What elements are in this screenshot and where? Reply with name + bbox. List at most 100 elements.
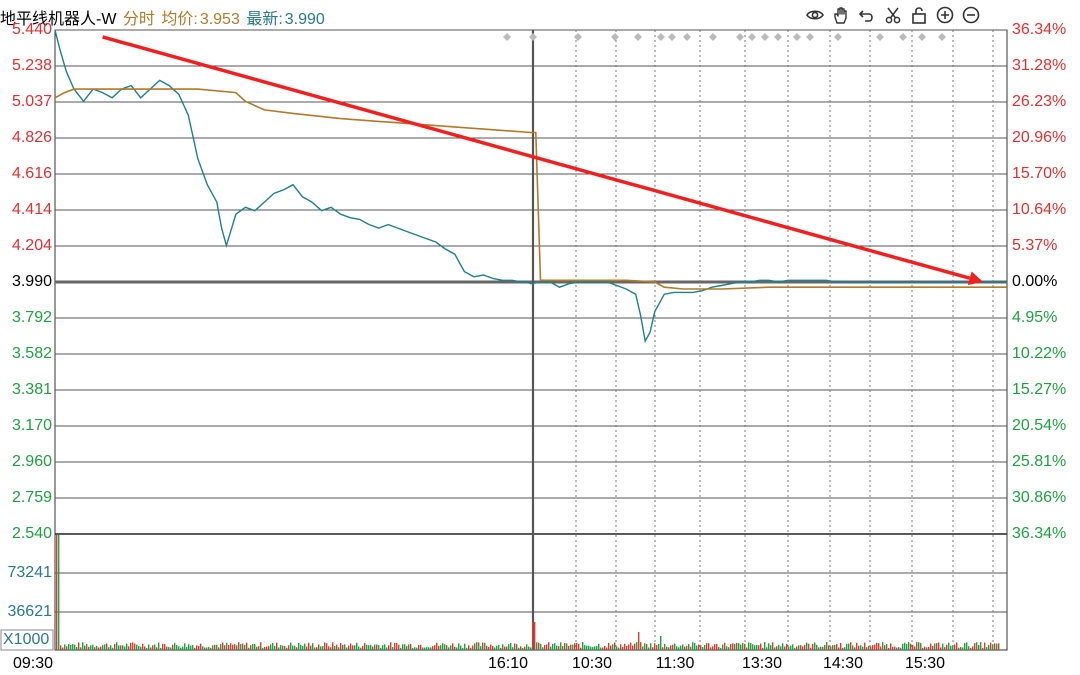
volume-bar <box>384 644 386 650</box>
volume-bar <box>124 646 126 650</box>
volume-bar <box>928 646 930 650</box>
volume-bar <box>644 643 646 650</box>
volume-bar <box>280 645 282 650</box>
volume-bar <box>628 644 630 650</box>
volume-bar <box>730 644 732 650</box>
volume-bar <box>68 644 70 650</box>
volume-bar <box>130 642 132 650</box>
volume-bar <box>276 642 278 650</box>
volume-bar <box>954 644 956 650</box>
event-marker <box>736 33 744 41</box>
volume-bar <box>132 642 134 650</box>
volume-bar <box>496 645 498 650</box>
volume-bar <box>552 643 554 650</box>
volume-bar <box>94 647 96 650</box>
volume-bar <box>960 647 962 650</box>
volume-bar <box>410 643 412 650</box>
volume-bar <box>420 644 422 650</box>
volume-bar <box>690 646 692 650</box>
volume-bar <box>510 642 512 650</box>
volume-bar <box>842 647 844 650</box>
volume-bar <box>658 643 660 650</box>
volume-bar <box>268 646 270 650</box>
volume-bar <box>764 642 766 650</box>
volume-bar <box>576 642 578 650</box>
volume-bar <box>476 642 478 650</box>
price-tick-label: 3.792 <box>12 309 52 326</box>
volume-bar <box>620 644 622 650</box>
volume-bar <box>886 644 888 650</box>
volume-bar <box>258 646 260 650</box>
volume-bar <box>872 645 874 650</box>
volume-bar <box>746 647 748 650</box>
volume-bar <box>436 642 438 650</box>
volume-bar <box>660 636 662 650</box>
pct-tick-label: 10.22% <box>1012 345 1066 362</box>
volume-bar <box>110 645 112 650</box>
volume-bar <box>936 643 938 650</box>
volume-bar <box>454 646 456 650</box>
volume-bar <box>366 644 368 650</box>
volume-bar <box>738 643 740 650</box>
volume-bar <box>854 647 856 650</box>
volume-bar <box>708 643 710 650</box>
volume-bar <box>466 647 468 650</box>
volume-bar <box>138 646 140 650</box>
time-label: 16:10 <box>488 655 528 672</box>
volume-bar <box>714 644 716 650</box>
volume-bar <box>322 646 324 650</box>
volume-bar <box>80 647 82 650</box>
volume-bar <box>606 647 608 650</box>
volume-bar <box>646 644 648 650</box>
volume-bar <box>500 647 502 650</box>
volume-bar <box>884 645 886 650</box>
volume-bar <box>994 643 996 650</box>
volume-bar <box>186 647 188 650</box>
volume-bar <box>442 643 444 650</box>
volume-bar <box>448 647 450 650</box>
volume-bar <box>762 647 764 650</box>
volume-bar <box>434 645 436 650</box>
volume-bar <box>346 647 348 650</box>
intraday-chart[interactable]: 5.440 36.34% 5.238 31.28% 5.037 26.23% 4.826 20… <box>0 0 1080 675</box>
volume-bar <box>388 645 390 650</box>
volume-bar <box>548 642 550 650</box>
event-marker <box>834 33 842 41</box>
event-marker <box>793 33 801 41</box>
volume-bar <box>702 646 704 650</box>
volume-bar <box>290 642 292 650</box>
volume-bar <box>376 644 378 650</box>
volume-bar <box>862 646 864 650</box>
volume-bar <box>66 646 68 650</box>
volume-bar <box>802 646 804 650</box>
volume-bar <box>524 646 526 650</box>
price-line <box>54 29 1007 344</box>
volume-bar <box>318 644 320 650</box>
volume-bar <box>292 645 294 650</box>
volume-bar <box>950 645 952 650</box>
volume-bar <box>704 644 706 650</box>
volume-bar <box>534 622 536 650</box>
volume-bar <box>506 646 508 650</box>
volume-bar <box>616 646 618 650</box>
volume-bar <box>452 643 454 650</box>
event-marker <box>806 33 814 41</box>
volume-bar <box>338 647 340 650</box>
volume-bar <box>748 642 750 650</box>
event-marker <box>657 33 665 41</box>
volume-bar <box>340 643 342 650</box>
volume-bar <box>780 646 782 650</box>
volume-bar <box>698 644 700 650</box>
volume-bar <box>968 646 970 650</box>
volume-bar <box>508 644 510 650</box>
volume-bar <box>822 646 824 650</box>
volume-bar <box>136 644 138 650</box>
volume-bar <box>512 647 514 650</box>
volume-bar <box>876 642 878 650</box>
volume-bar <box>986 647 988 650</box>
volume-bar <box>460 645 462 650</box>
volume-bar <box>440 645 442 650</box>
price-tick-label: 3.381 <box>12 381 52 398</box>
volume-bar <box>976 642 978 650</box>
pct-tick-label: 10.64% <box>1012 201 1066 218</box>
